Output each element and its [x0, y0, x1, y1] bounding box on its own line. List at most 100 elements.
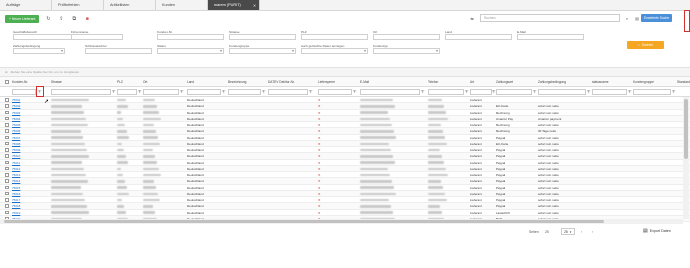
search-input[interactable]: Suchen [480, 14, 620, 22]
filter-funnel-icon[interactable]: ⧨ [628, 89, 632, 94]
tab-kunden[interactable]: Kunden [156, 0, 208, 10]
horizontal-scrollbar[interactable] [0, 219, 683, 224]
copy-icon[interactable]: ⧉ [70, 15, 78, 23]
export-icon[interactable]: ⇪ [57, 15, 65, 23]
column-filter-input[interactable] [633, 89, 671, 95]
prev-page-icon[interactable]: ‹ [581, 229, 582, 234]
customer-number-link[interactable]: 75019 [12, 211, 20, 215]
columns-icon[interactable]: ⇆ [468, 14, 476, 22]
column-filter-input[interactable] [187, 89, 221, 95]
filter-select-kundentyp[interactable] [373, 48, 440, 54]
column-header[interactable]: Standard [677, 80, 690, 84]
filter-input-kunden-nr[interactable] [157, 34, 224, 40]
filter-funnel-icon[interactable]: ⧨ [222, 89, 226, 94]
customer-number-link[interactable]: 75015 [12, 186, 20, 190]
filter-funnel-icon[interactable]: ⧨ [421, 89, 425, 94]
row-checkbox[interactable] [5, 166, 9, 171]
filter-funnel-icon[interactable]: ⧨ [465, 89, 469, 94]
filter-select-zahlungsbedingung[interactable] [13, 48, 65, 54]
column-filter-input[interactable] [12, 89, 36, 95]
new-supplier-button[interactable]: + Neuer Lieferant [5, 14, 40, 23]
column-filter-input[interactable] [592, 89, 627, 95]
customer-number-link[interactable]: 75008 [12, 142, 20, 146]
customer-number-link[interactable]: 75014 [12, 179, 20, 183]
refresh-icon[interactable]: ↻ [44, 15, 52, 23]
row-checkbox[interactable] [5, 129, 9, 133]
tab-auftraege[interactable]: Aufträge [0, 0, 52, 10]
filter-funnel-icon[interactable]: ⧨ [309, 89, 313, 94]
group-drop-area[interactable]: ⊞ Ziehen Sie eine Spalte hier hin, um zu… [0, 67, 690, 77]
filter-funnel-icon[interactable]: ⧨ [672, 89, 676, 94]
customer-number-link[interactable]: 75007 [12, 136, 20, 140]
column-header[interactable]: Telefon [428, 80, 438, 84]
row-checkbox[interactable] [5, 104, 9, 108]
row-checkbox[interactable] [5, 198, 9, 202]
customer-number-link[interactable]: 75004 [12, 117, 20, 121]
column-filter-input[interactable] [117, 89, 137, 95]
filter-funnel-icon[interactable]: ⧨ [180, 89, 184, 94]
customer-number-link[interactable]: 75013 [12, 173, 20, 177]
customer-number-link[interactable]: 75012 [12, 167, 20, 171]
row-checkbox[interactable] [5, 116, 9, 121]
customer-number-link[interactable]: 75010 [12, 154, 20, 158]
row-checkbox[interactable] [5, 210, 9, 215]
customer-number-link[interactable]: 75011 [12, 161, 20, 165]
column-header[interactable]: Kunden-Nr. [12, 80, 28, 84]
filter-input-schluesselwoerter[interactable] [85, 48, 152, 54]
filter-input-email[interactable] [517, 34, 584, 40]
column-filter-input[interactable] [318, 89, 352, 95]
column-filter-input[interactable] [268, 89, 308, 95]
scroll-thumb[interactable] [684, 99, 688, 159]
filter-input-firmenname[interactable] [71, 34, 123, 40]
filter-input-strasse[interactable] [229, 34, 296, 40]
customer-number-link[interactable]: 75017 [12, 198, 20, 202]
tab-marem[interactable]: marem (PURIT) ✕ [208, 0, 260, 10]
row-checkbox[interactable] [5, 123, 9, 127]
filter-funnel-icon[interactable]: ⧨ [138, 89, 142, 94]
column-header[interactable]: Zahlungsart [496, 80, 513, 84]
next-page-icon[interactable]: › [592, 229, 593, 234]
customer-number-link[interactable]: 75009 [12, 148, 20, 152]
scroll-thumb[interactable] [4, 220, 604, 223]
filter-select-status[interactable] [157, 48, 224, 54]
column-header[interactable]: Liefersperre [318, 80, 335, 84]
column-filter-input[interactable] [51, 89, 111, 95]
column-filter-input[interactable] [470, 89, 492, 95]
filter-funnel-icon[interactable]: ⧨ [262, 89, 266, 94]
customer-number-link[interactable]: 75003 [12, 111, 20, 115]
column-header[interactable]: statusname [592, 80, 608, 84]
column-header[interactable]: Art [470, 80, 474, 84]
filter-funnel-icon[interactable]: ⧨ [533, 89, 537, 94]
row-checkbox[interactable] [5, 204, 9, 208]
filter-input-plz[interactable] [301, 34, 368, 40]
filter-funnel-icon[interactable]: ⧨ [492, 89, 496, 94]
customer-number-link[interactable]: 75006 [12, 129, 20, 133]
row-checkbox[interactable] [5, 98, 9, 102]
column-header[interactable]: Kundengruppe [633, 80, 654, 84]
delete-icon[interactable]: ■ [83, 15, 91, 23]
search-button[interactable]: ⌕ Suchen [627, 41, 664, 49]
row-checkbox[interactable] [5, 173, 9, 177]
column-header[interactable]: Zahlungsbedingung [538, 80, 566, 84]
column-header[interactable]: Strasse [51, 80, 62, 84]
row-checkbox[interactable] [5, 179, 9, 183]
row-checkbox[interactable] [5, 141, 9, 146]
column-header[interactable]: DATEV Debitor-Nr. [268, 80, 295, 84]
row-checkbox[interactable] [5, 135, 9, 140]
customer-number-link[interactable]: 75016 [12, 192, 20, 196]
column-filter-input[interactable] [143, 89, 179, 95]
filter-select-geloeschte[interactable] [301, 48, 368, 54]
filter-funnel-icon[interactable]: ⧨ [112, 89, 116, 94]
row-checkbox[interactable] [5, 154, 9, 158]
column-header[interactable]: Bezeichnung [228, 80, 246, 84]
customer-number-link[interactable]: 75002 [12, 104, 20, 108]
row-checkbox[interactable] [5, 160, 9, 165]
column-header[interactable]: Land [187, 80, 194, 84]
select-all-checkbox[interactable] [5, 80, 9, 84]
column-filter-input[interactable] [428, 89, 464, 95]
column-filter-input[interactable] [228, 89, 261, 95]
column-header[interactable]: PLZ [117, 80, 123, 84]
filter-select-kundengruppe[interactable] [229, 48, 296, 54]
column-header[interactable]: E-Mail [360, 80, 369, 84]
filter-funnel-icon[interactable]: ⧨ [587, 89, 591, 94]
